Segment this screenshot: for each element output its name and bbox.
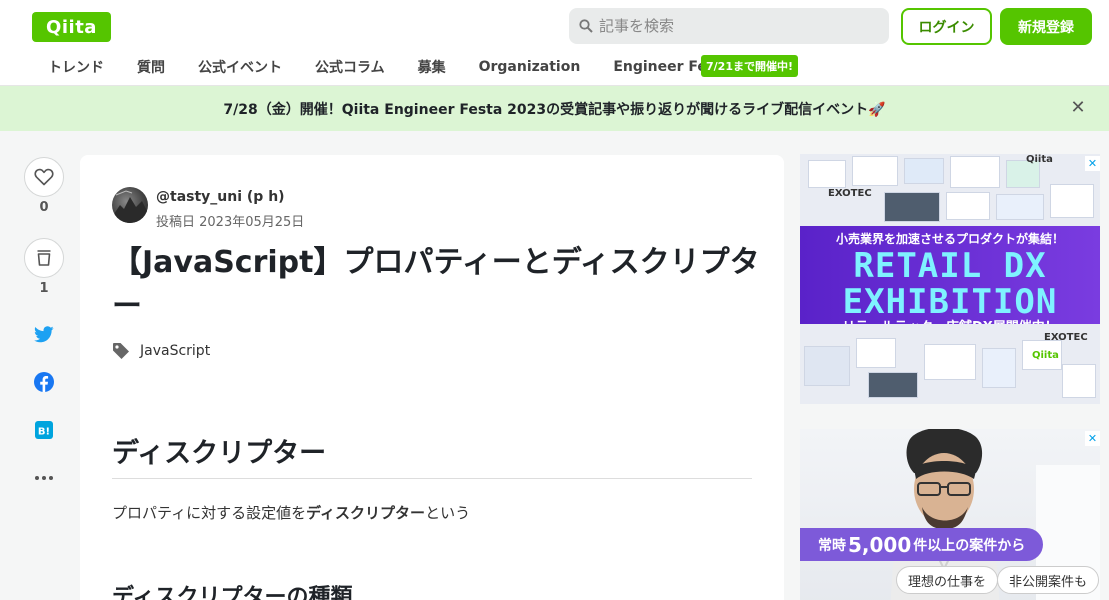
ad-thumb	[868, 372, 918, 398]
ad-chip: 非公開案件も	[997, 566, 1100, 594]
search-icon	[579, 19, 593, 33]
heart-icon	[34, 168, 54, 186]
ad-thumb	[982, 348, 1016, 388]
search-box[interactable]	[569, 8, 889, 44]
nav-official-columns[interactable]: 公式コラム	[315, 57, 385, 77]
ad-thumb	[1050, 184, 1094, 218]
ad-chip: 理想の仕事を	[896, 566, 999, 594]
like-button[interactable]	[24, 157, 64, 197]
qiita-logo[interactable]: Qiita	[32, 12, 111, 42]
tag-javascript[interactable]: JavaScript	[140, 343, 210, 359]
search-input[interactable]	[599, 17, 869, 35]
login-button[interactable]: ログイン	[901, 8, 992, 45]
site-header: Qiita ログイン 新規登録 トレンド 質問 公式イベント 公式コラム 募集 …	[0, 0, 1109, 86]
like-count: 0	[39, 200, 49, 215]
facebook-share-icon[interactable]	[34, 372, 54, 392]
ad-pill-prefix: 常時	[818, 537, 846, 554]
nav-organization[interactable]: Organization	[479, 59, 581, 75]
ad-subtitle: 小売業界を加速させるプロダクトが集結！	[835, 232, 1064, 246]
more-options-icon[interactable]	[34, 468, 54, 488]
paragraph-bold: ディスクリプター	[306, 504, 426, 522]
paragraph: プロパティに対する設定値をディスクリプターという	[112, 502, 470, 523]
section-heading: ディスクリプター	[112, 431, 752, 479]
ad-thumb	[808, 160, 846, 188]
adchoices-close-icon[interactable]: ✕	[1085, 431, 1100, 446]
stock-count: 1	[39, 281, 49, 296]
stock-button[interactable]	[24, 238, 64, 278]
nav-official-events[interactable]: 公式イベント	[198, 57, 282, 77]
twitter-share-icon[interactable]	[34, 324, 54, 344]
ad-thumb	[804, 346, 850, 386]
hatena-bookmark-icon[interactable]: B!	[34, 420, 54, 440]
paragraph-prefix: プロパティに対する設定値を	[112, 504, 307, 522]
ad-pill-banner: 常時 5,000 件以上の案件から	[800, 528, 1043, 561]
posted-date: 投稿日 2023年05月25日	[156, 215, 305, 230]
ad-pill-suffix: 件以上の案件から	[913, 537, 1026, 554]
ad-job-matching[interactable]: 常時 5,000 件以上の案件から 理想の仕事を 非公開案件も ✕	[800, 429, 1100, 600]
ad-pill-number: 5,000	[848, 532, 912, 557]
article-card: @tasty_uni (p h) 投稿日 2023年05月25日 【JavaSc…	[80, 155, 784, 600]
main-nav: トレンド 質問 公式イベント 公式コラム 募集 Organization Eng…	[48, 56, 764, 78]
nav-recruitment[interactable]: 募集	[418, 57, 446, 77]
subsection-heading: ディスクリプターの種類	[112, 585, 353, 600]
ad-brand-exotec: EXOTEC	[1044, 332, 1088, 343]
author-name[interactable]: @tasty_uni (p h)	[156, 189, 285, 205]
tag-icon	[113, 343, 129, 359]
ad-thumb	[946, 192, 990, 220]
banner-text[interactable]: 7/28（金）開催！Qiita Engineer Festa 2023の受賞記事…	[223, 99, 885, 119]
tag-list: JavaScript	[112, 342, 210, 360]
ad-thumb	[852, 156, 898, 186]
ad-thumb	[856, 338, 896, 368]
close-icon[interactable]: ✕	[1069, 99, 1087, 117]
register-button[interactable]: 新規登録	[1000, 8, 1092, 45]
announcement-banner[interactable]: 7/28（金）開催！Qiita Engineer Festa 2023の受賞記事…	[0, 86, 1109, 131]
ad-thumb	[996, 194, 1044, 220]
ad-title-line1: RETAIL DX	[853, 246, 1047, 286]
festa-badge: 7/21まで開催中!	[701, 55, 798, 77]
ad-brand-qiita: Qiita	[1026, 154, 1053, 165]
paragraph-suffix: という	[425, 504, 471, 522]
ad-brand-exotec: EXOTEC	[828, 188, 872, 199]
ad-brand-qiita: Qiita	[1032, 350, 1059, 361]
nav-trend[interactable]: トレンド	[48, 57, 104, 77]
svg-text:B!: B!	[38, 427, 50, 438]
ad-thumb	[1062, 364, 1096, 398]
ad-thumb	[950, 156, 1000, 188]
article-title: 【JavaScript】プロパティーとディスクリプター	[112, 245, 760, 324]
nav-questions[interactable]: 質問	[137, 57, 165, 77]
ad-retail-dx[interactable]: EXOTEC Qiita 小売業界を加速させるプロダクトが集結！ RETAIL …	[800, 154, 1100, 404]
stock-icon	[37, 250, 51, 266]
adchoices-close-icon[interactable]: ✕	[1085, 156, 1100, 171]
ad-thumb	[904, 158, 944, 184]
author-avatar[interactable]	[112, 187, 148, 223]
ad-thumb	[924, 344, 976, 380]
ad-thumb	[884, 192, 940, 222]
